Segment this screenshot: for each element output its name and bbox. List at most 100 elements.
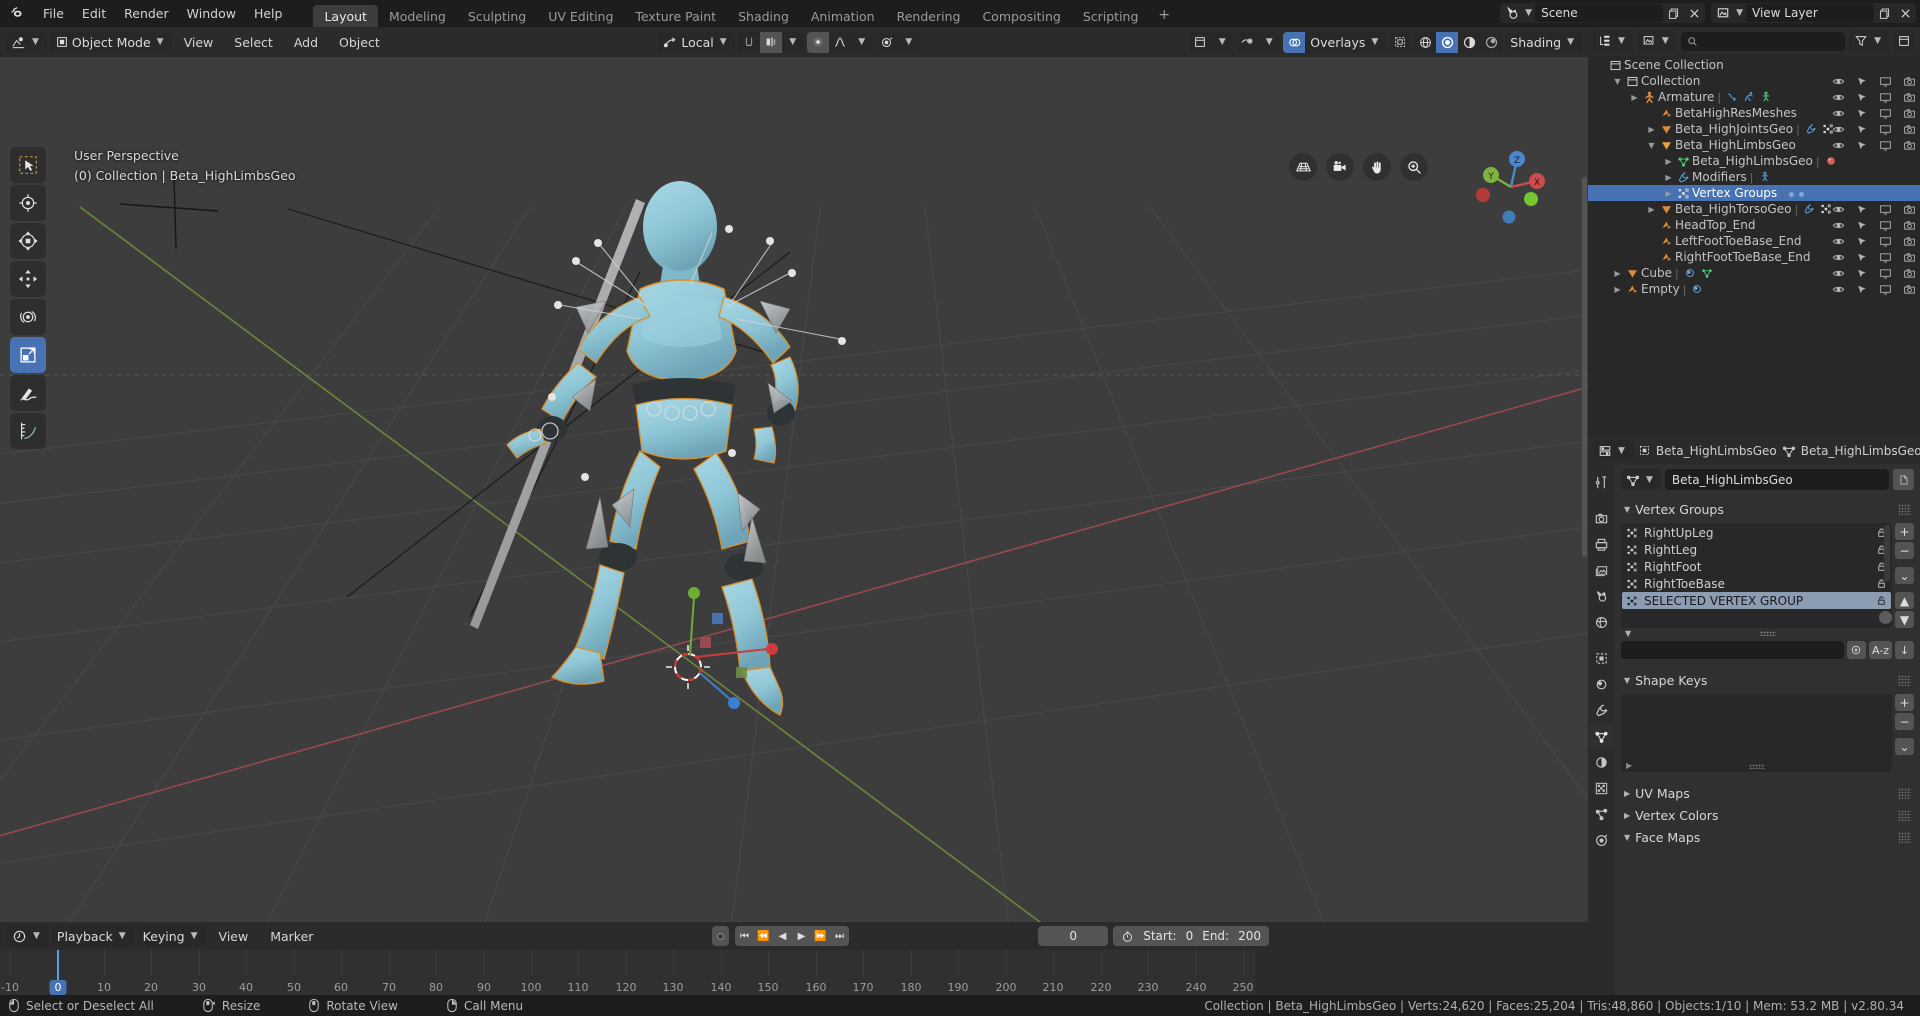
remove-shape-key-button[interactable]: − (1895, 713, 1914, 730)
outliner-row[interactable]: ▶ Beta_HighLimbsGeo | (1588, 153, 1920, 169)
play-button[interactable]: ▶ (792, 926, 811, 946)
navigation-gizmo[interactable]: Z X Y (1469, 145, 1553, 229)
toggle-camera-perspective-icon[interactable] (1289, 153, 1317, 181)
outliner-row[interactable]: ▶ Beta_HighJointsGeo | (1588, 121, 1920, 137)
pan-view-icon[interactable] (1363, 153, 1391, 181)
vertex-groups-list-resize[interactable]: ▼ (1621, 628, 1914, 638)
workspace-tab-uv-editing[interactable]: UV Editing (537, 5, 624, 27)
outliner-dot-indicator[interactable] (1788, 186, 1794, 200)
disable-in-renders-toggle[interactable] (1903, 203, 1916, 216)
add-vertex-group-button[interactable]: + (1895, 523, 1914, 540)
outliner-row[interactable]: HeadTop_End (1588, 217, 1920, 233)
modifier-icon[interactable] (1803, 203, 1815, 215)
mesh-datablock-name-field[interactable]: Beta_HighLimbsGeo (1664, 469, 1889, 490)
xray-toggle[interactable] (1389, 31, 1412, 53)
snap-toggle[interactable] (737, 31, 760, 53)
editor-type-selector[interactable]: ▼ (6, 31, 47, 53)
viewport-menu-view[interactable]: View (175, 32, 223, 53)
view-layer-tab[interactable] (1589, 558, 1614, 583)
shading-solid-button[interactable] (1436, 31, 1459, 53)
camera-view-icon[interactable] (1326, 153, 1354, 181)
proportional-falloff-selector[interactable] (828, 31, 851, 53)
menu-help[interactable]: Help (245, 3, 292, 24)
disable-selection-toggle[interactable] (1856, 75, 1868, 88)
disable-in-viewports-toggle[interactable] (1879, 267, 1892, 280)
timeline-menu-playback[interactable]: Playback ▼ (51, 925, 134, 947)
snap-options-dropdown[interactable]: ▼ (781, 31, 804, 53)
workspace-tab-sculpting[interactable]: Sculpting (457, 5, 537, 27)
shading-wireframe-button[interactable] (1414, 31, 1437, 53)
timeline-menu-marker[interactable]: Marker (261, 926, 322, 947)
prev-keyframe-button[interactable]: ⏪ (754, 926, 773, 946)
disable-in-viewports-toggle[interactable] (1879, 139, 1892, 152)
properties-tab-column[interactable] (1588, 464, 1615, 995)
timeline-ruler[interactable]: -10 0 10 20 30 40 50 60 70 80 90 100 110 120 130 140 150… (0, 950, 1588, 995)
chevron-right-icon[interactable]: ▶ (1645, 125, 1658, 134)
outliner-row[interactable]: BetaHighResMeshes (1588, 105, 1920, 121)
outliner-row[interactable]: ▼ Collection (1588, 73, 1920, 89)
play-reverse-button[interactable]: ◀ (773, 926, 792, 946)
scale-tool[interactable] (10, 337, 46, 373)
breadcrumb-data-name[interactable]: Beta_HighLimbsGeo (1801, 444, 1920, 458)
vertex-group-sort-alpha-button[interactable]: A-z (1868, 641, 1892, 659)
outliner-row[interactable]: Scene Collection (1588, 57, 1920, 73)
object-types-visibility-button[interactable] (1189, 31, 1212, 53)
annotate-tool[interactable] (10, 375, 46, 411)
chevron-down-icon[interactable]: ▼ (1611, 77, 1624, 86)
chevron-right-icon[interactable]: ▶ (1662, 157, 1675, 166)
timeline-menu-keying[interactable]: Keying ▼ (137, 925, 206, 947)
disable-in-viewports-toggle[interactable] (1879, 219, 1892, 232)
workspace-tab-scripting[interactable]: Scripting (1072, 5, 1150, 27)
add-shape-key-button[interactable]: + (1895, 694, 1914, 711)
view-layer-selector[interactable]: ▼ View Layer (1711, 3, 1916, 23)
hide-in-viewport-toggle[interactable] (1832, 91, 1845, 104)
overlays-toggle[interactable] (1283, 31, 1306, 53)
disable-selection-toggle[interactable] (1856, 283, 1868, 296)
hide-in-viewport-toggle[interactable] (1832, 139, 1845, 152)
viewport-menu-object[interactable]: Object (330, 32, 389, 53)
disable-in-renders-toggle[interactable] (1903, 267, 1916, 280)
object-types-dropdown[interactable]: ▼ (1211, 31, 1234, 53)
frame-range-fields[interactable]: Start: 0 End: 200 (1113, 926, 1269, 946)
panel-header-vertex-colors[interactable]: ▶ Vertex Colors (1621, 804, 1914, 826)
hide-in-viewport-toggle[interactable] (1832, 283, 1845, 296)
panel-header-vertex-groups[interactable]: ▼ Vertex Groups (1621, 498, 1914, 520)
mesh-data-icon[interactable] (1701, 267, 1713, 279)
scene-name-field[interactable]: Scene (1535, 4, 1664, 22)
disable-selection-toggle[interactable] (1856, 267, 1868, 280)
constraints-tab[interactable] (1589, 828, 1614, 853)
hide-in-viewport-toggle[interactable] (1832, 235, 1845, 248)
object-data-icon[interactable] (1684, 267, 1696, 279)
outliner-row[interactable]: LeftFootToeBase_End (1588, 233, 1920, 249)
disable-in-renders-toggle[interactable] (1903, 283, 1916, 296)
make-single-user-button[interactable] (1893, 469, 1914, 490)
outliner-row[interactable]: RightFootToeBase_End (1588, 249, 1920, 265)
vertex-group-item[interactable]: RightLeg (1622, 541, 1891, 558)
jump-to-end-button[interactable]: ⏭ (830, 926, 849, 946)
disable-selection-toggle[interactable] (1856, 203, 1868, 216)
shading-material-preview-button[interactable] (1458, 31, 1481, 53)
zoom-view-icon[interactable] (1400, 153, 1428, 181)
show-gizmo-icon-button[interactable] (1236, 31, 1259, 53)
material-icon[interactable] (1825, 155, 1837, 167)
disable-in-renders-toggle[interactable] (1903, 251, 1916, 264)
disable-in-viewports-toggle[interactable] (1879, 251, 1892, 264)
blender-logo[interactable] (0, 5, 34, 22)
menu-render[interactable]: Render (115, 3, 178, 24)
chevron-right-icon[interactable]: ▶ (1628, 93, 1641, 102)
outliner-row[interactable]: ▶ Empty | (1588, 281, 1920, 297)
vertex-group-item[interactable]: RightToeBase (1622, 575, 1891, 592)
scene-selector[interactable]: ▼ Scene (1500, 3, 1706, 23)
falloff-dropdown[interactable]: ▼ (850, 31, 873, 53)
vertex-groups-scrollbar[interactable] (1884, 525, 1890, 581)
render-tab[interactable] (1589, 506, 1614, 531)
tweak-select-tool[interactable] (10, 147, 46, 183)
vertex-group-search-input[interactable] (1621, 641, 1844, 659)
measure-tool[interactable] (10, 413, 46, 449)
rotate-tool[interactable] (10, 299, 46, 335)
view-layer-name-field[interactable]: View Layer (1746, 4, 1874, 22)
menu-edit[interactable]: Edit (73, 3, 115, 24)
disable-in-renders-toggle[interactable] (1903, 235, 1916, 248)
menu-window[interactable]: Window (178, 3, 245, 24)
gizmo-popover-dropdown[interactable]: ▼ (1258, 31, 1281, 53)
